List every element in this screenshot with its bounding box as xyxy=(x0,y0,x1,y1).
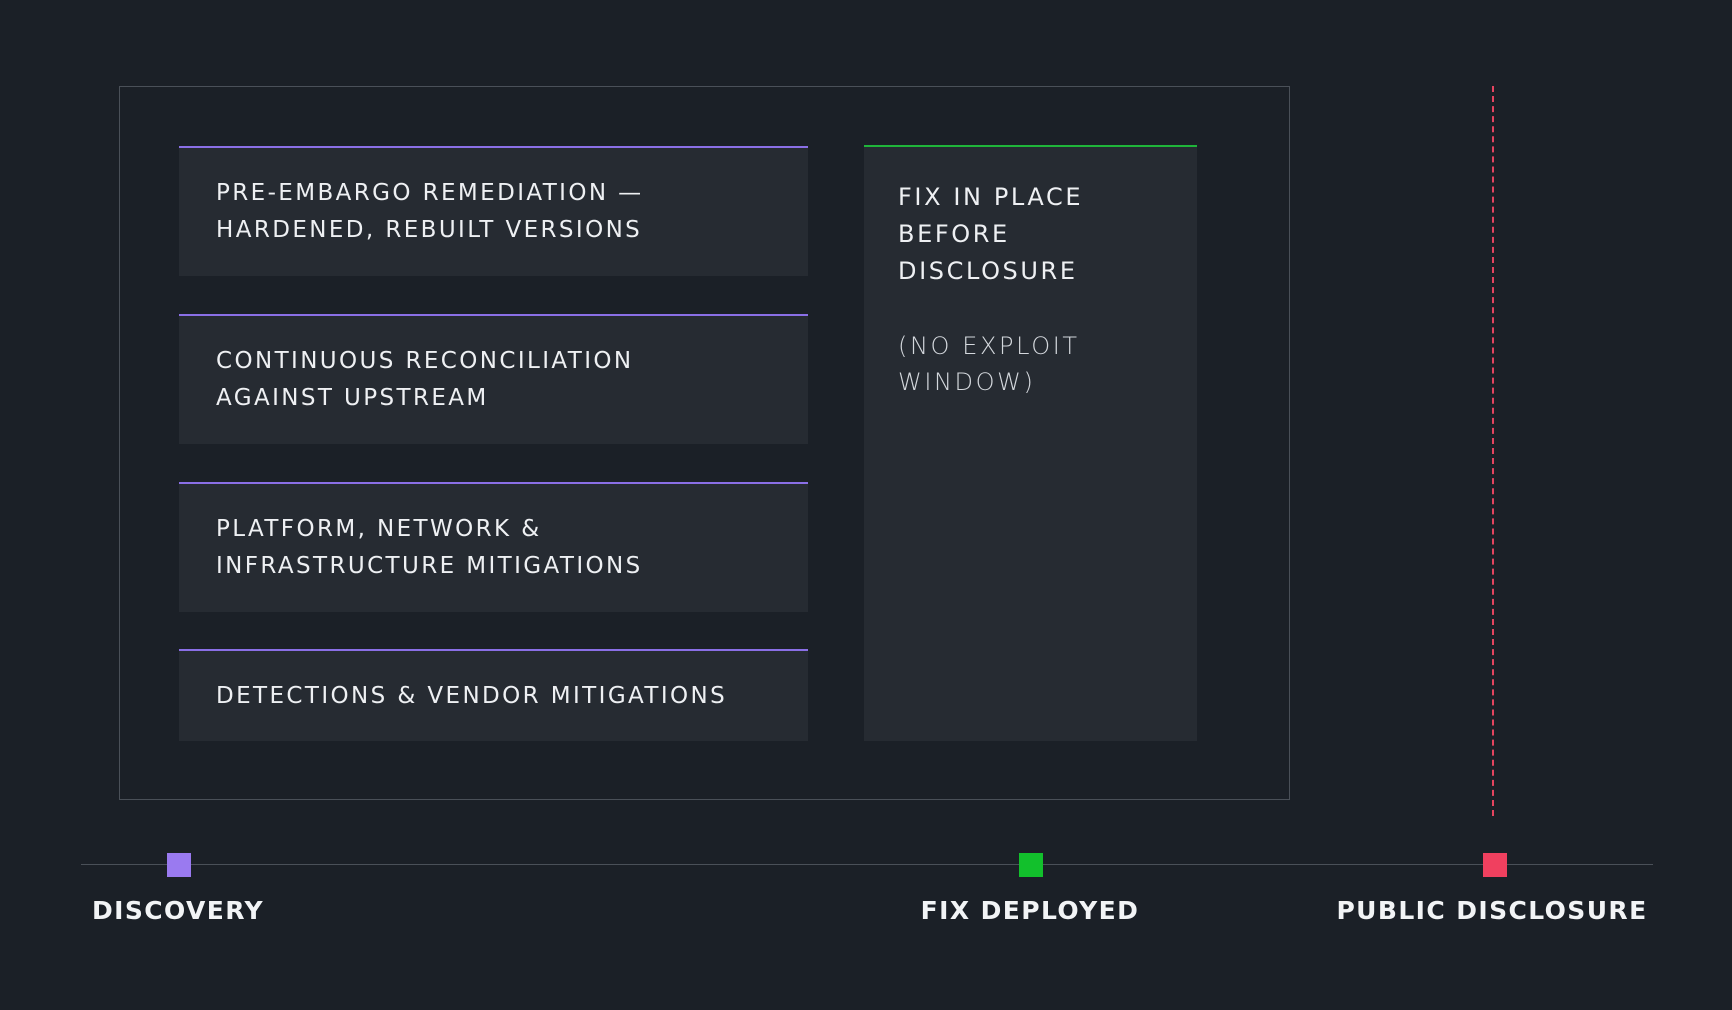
fix-box-title: FIX IN PLACE BEFORE DISCLOSURE xyxy=(898,179,1163,290)
step-label-line: CONTINUOUS RECONCILIATION xyxy=(216,348,634,374)
discovery-label: DISCOVERY xyxy=(92,896,264,925)
fix-deployed-label: FIX DEPLOYED xyxy=(920,896,1140,925)
step-detections-vendor-mitigations: DETECTIONS & VENDOR MITIGATIONS xyxy=(179,649,808,741)
step-pre-embargo-remediation: PRE-EMBARGO REMEDIATION — HARDENED, REBU… xyxy=(179,146,808,276)
public-disclosure-label: PUBLIC DISCLOSURE xyxy=(1336,896,1648,925)
fix-title-line: FIX IN PLACE xyxy=(898,183,1084,211)
disclosure-dashed-line xyxy=(1492,86,1494,816)
fix-title-line: DISCLOSURE xyxy=(898,257,1078,285)
fix-in-place-box: FIX IN PLACE BEFORE DISCLOSURE (NO EXPLO… xyxy=(864,145,1197,741)
fix-title-line: BEFORE xyxy=(898,220,1010,248)
step-label-line: INFRASTRUCTURE MITIGATIONS xyxy=(216,553,643,579)
step-label-line: PRE-EMBARGO REMEDIATION — xyxy=(216,180,644,206)
step-label-line: HARDENED, REBUILT VERSIONS xyxy=(216,217,643,243)
discovery-marker xyxy=(167,853,191,877)
step-label-line: DETECTIONS & VENDOR MITIGATIONS xyxy=(216,682,728,709)
fix-box-note: (NO EXPLOIT WINDOW) xyxy=(898,328,1163,400)
step-platform-mitigations: PLATFORM, NETWORK & INFRASTRUCTURE MITIG… xyxy=(179,482,808,612)
step-continuous-reconciliation: CONTINUOUS RECONCILIATION AGAINST UPSTRE… xyxy=(179,314,808,444)
fix-note-line: WINDOW) xyxy=(898,368,1036,396)
public-disclosure-marker xyxy=(1483,853,1507,877)
timeline-axis xyxy=(81,864,1653,865)
fix-note-line: (NO EXPLOIT xyxy=(898,332,1080,360)
fix-deployed-marker xyxy=(1019,853,1043,877)
step-label-line: PLATFORM, NETWORK & xyxy=(216,516,542,542)
step-label-line: AGAINST UPSTREAM xyxy=(216,385,489,411)
